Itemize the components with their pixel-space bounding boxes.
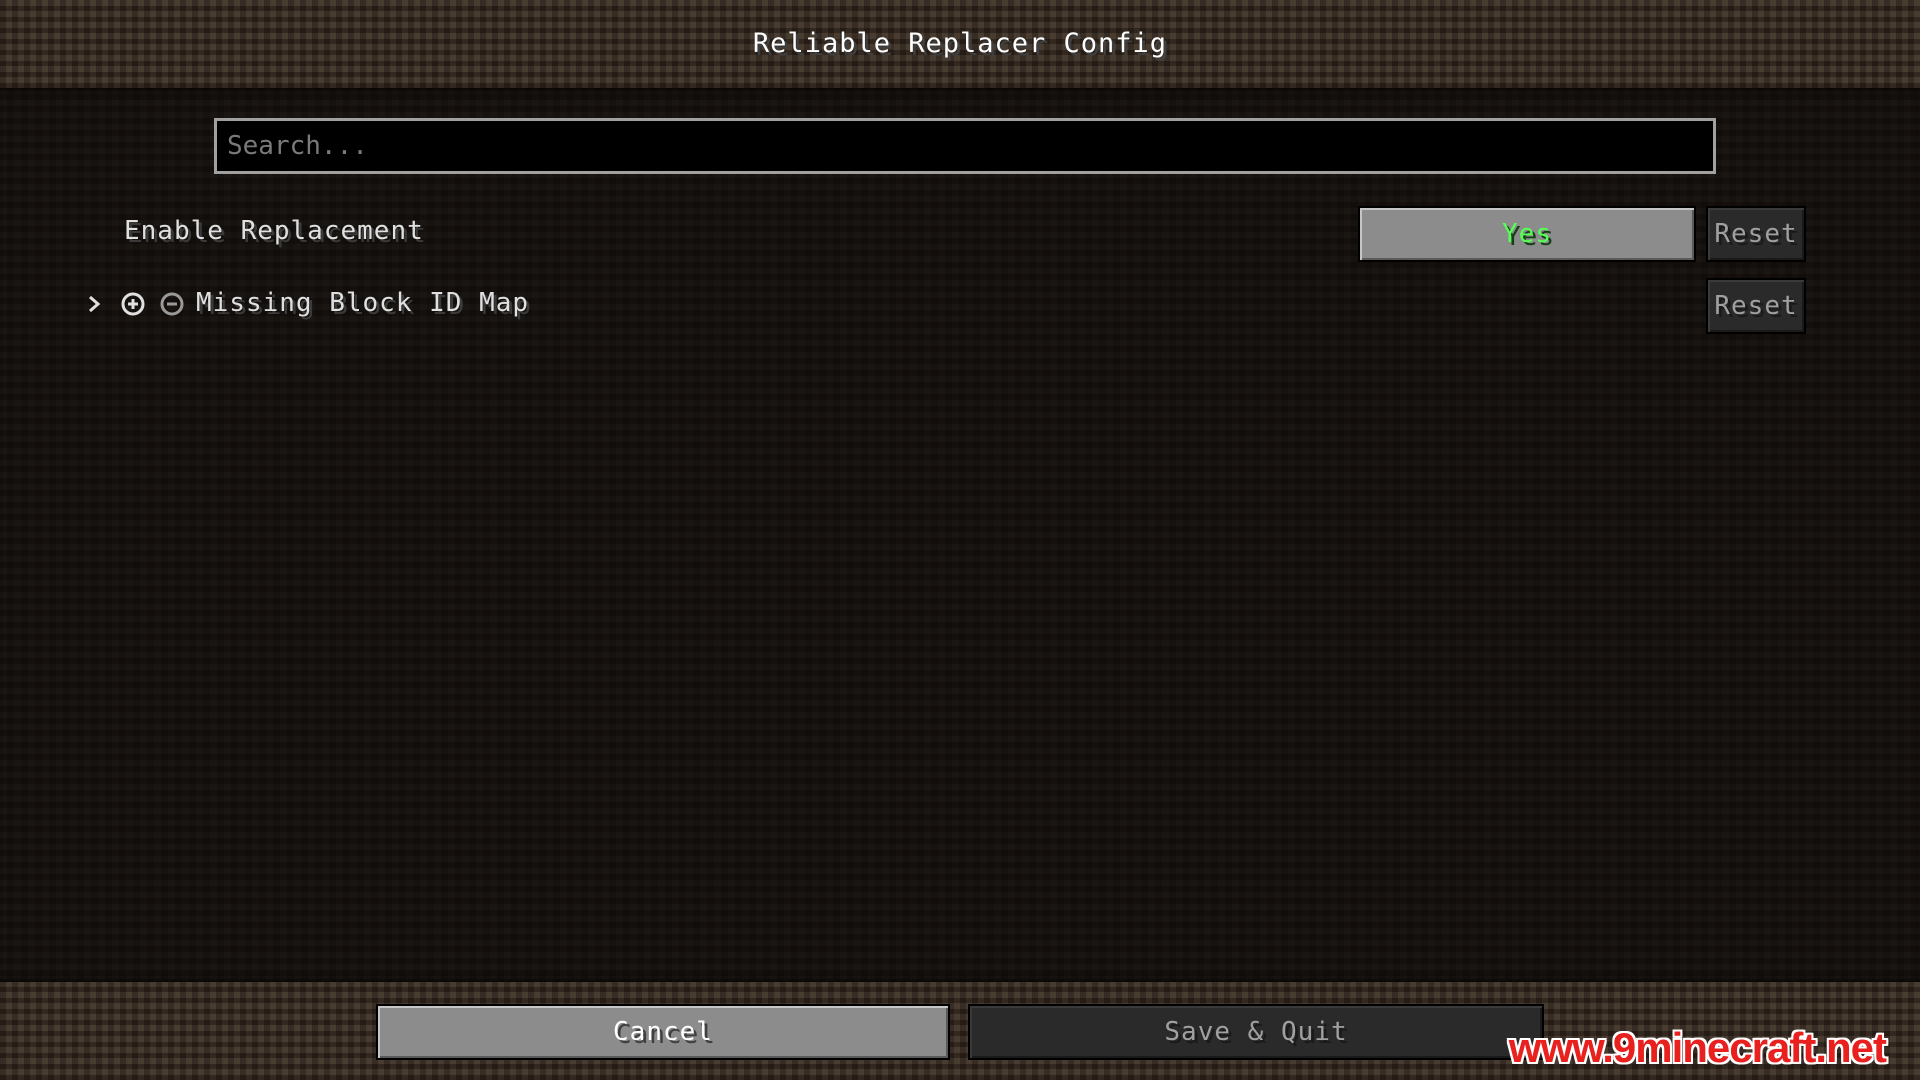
search-input[interactable] — [217, 121, 1713, 171]
minus-circle-icon[interactable] — [157, 289, 187, 319]
enable-replacement-value: Yes — [1502, 219, 1552, 249]
save-and-quit-button[interactable]: Save & Quit — [968, 1004, 1544, 1060]
chevron-right-icon[interactable] — [80, 290, 108, 318]
missing-block-id-map-reset-button[interactable]: Reset — [1706, 278, 1806, 334]
watermark-logo: www.9minecraft.net — [1508, 1024, 1887, 1071]
plus-circle-icon[interactable] — [118, 289, 148, 319]
missing-block-id-map-label: Missing Block ID Map — [196, 288, 530, 318]
enable-replacement-reset-button[interactable]: Reset — [1706, 206, 1806, 262]
minus-circle-icon-svg — [160, 292, 184, 316]
screen-title: Reliable Replacer Config — [752, 28, 1168, 59]
cancel-button[interactable]: Cancel — [376, 1004, 950, 1060]
enable-replacement-label: Enable Replacement — [124, 216, 424, 246]
enable-replacement-toggle-button[interactable]: Yes — [1358, 206, 1696, 262]
plus-circle-icon-svg — [121, 292, 145, 316]
search-box[interactable] — [214, 118, 1716, 174]
chevron-right-icon-svg — [89, 295, 101, 313]
